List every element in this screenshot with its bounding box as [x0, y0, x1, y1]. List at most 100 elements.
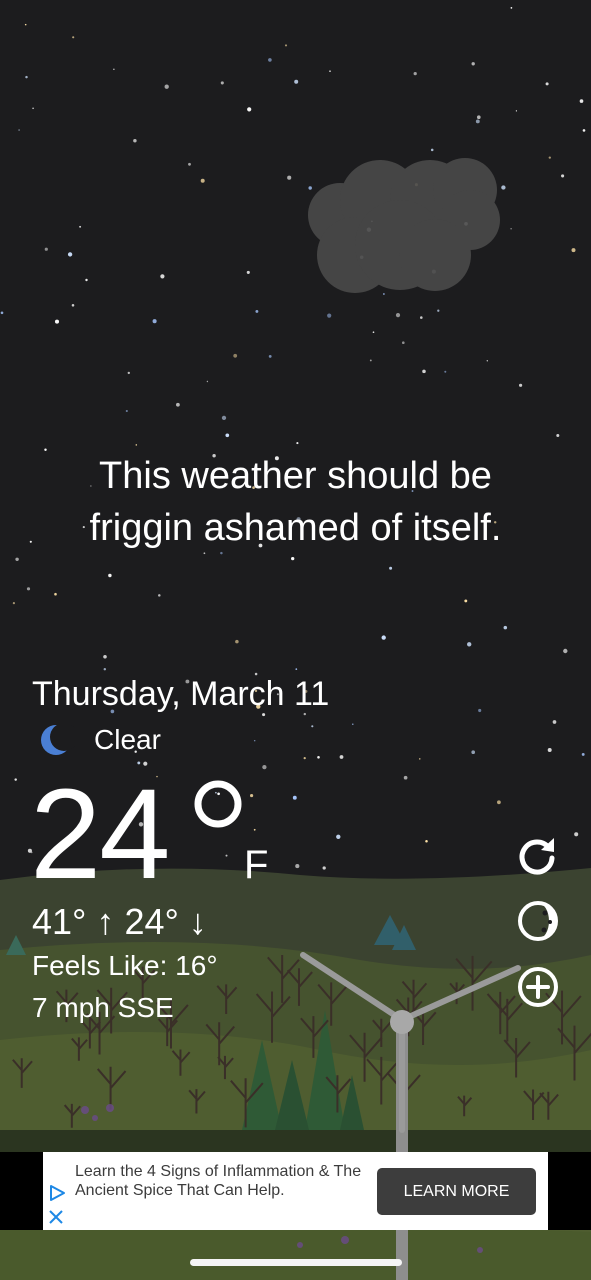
star — [419, 758, 421, 760]
tagline-line-2: friggin ashamed of itself. — [89, 507, 502, 549]
star — [135, 444, 138, 446]
star — [67, 252, 73, 257]
star — [220, 81, 224, 85]
star — [294, 79, 299, 84]
star — [317, 756, 320, 759]
star — [369, 359, 372, 362]
star — [556, 434, 560, 437]
star — [103, 667, 107, 671]
star — [255, 309, 259, 313]
star — [160, 274, 165, 279]
star — [12, 602, 15, 605]
star — [71, 304, 75, 307]
star — [18, 129, 20, 131]
star — [296, 442, 299, 445]
star — [579, 99, 584, 103]
star — [14, 778, 17, 781]
star — [125, 409, 128, 413]
wind-speed: 7 mph SSE — [32, 992, 174, 1023]
refresh-icon — [519, 838, 555, 875]
star — [547, 748, 552, 752]
feels-like: Feels Like: 16° — [32, 950, 218, 981]
star — [383, 293, 385, 295]
star — [32, 107, 34, 110]
star — [303, 756, 306, 760]
star — [372, 331, 375, 334]
moon-phase-button[interactable] — [515, 898, 561, 944]
add-location-button[interactable] — [515, 964, 561, 1010]
crescent-moon-icon — [41, 723, 76, 755]
refresh-button[interactable] — [515, 832, 561, 878]
star — [413, 71, 417, 76]
star — [158, 594, 161, 597]
degree-symbol — [194, 780, 242, 828]
forecast-date: Thursday, March 11 — [32, 675, 330, 713]
star — [15, 557, 19, 562]
star — [497, 800, 501, 805]
scene-background — [0, 0, 591, 1280]
star — [103, 655, 107, 659]
star — [206, 380, 209, 383]
star — [475, 119, 480, 124]
ad-banner[interactable]: Learn the 4 Signs of Inflammation & The … — [43, 1152, 548, 1230]
temperature-unit: F — [244, 843, 269, 887]
star — [253, 739, 256, 742]
star — [322, 866, 326, 870]
star — [225, 854, 228, 857]
star — [381, 635, 386, 640]
star — [327, 313, 332, 318]
star — [253, 828, 256, 831]
star — [152, 319, 157, 324]
star — [486, 360, 488, 362]
add-location-icon — [518, 967, 558, 1007]
star — [422, 369, 426, 374]
star — [389, 566, 393, 570]
star — [471, 750, 476, 755]
star — [501, 185, 506, 190]
star — [420, 316, 423, 319]
adchoices-icon[interactable] — [48, 1184, 66, 1202]
ad-text: Learn the 4 Signs of Inflammation & The … — [75, 1163, 362, 1199]
star — [552, 720, 557, 724]
star — [176, 402, 180, 407]
star — [72, 36, 75, 39]
star — [503, 625, 508, 630]
learn-more-button[interactable]: LEARN MORE — [377, 1168, 536, 1215]
star — [395, 313, 401, 318]
star — [545, 82, 549, 86]
star — [574, 832, 579, 837]
star — [295, 864, 300, 869]
star — [113, 68, 115, 70]
current-temperature: 24 — [30, 763, 170, 906]
star — [478, 708, 482, 713]
star — [476, 115, 481, 120]
star — [54, 319, 60, 324]
star — [246, 270, 250, 274]
star — [225, 433, 230, 438]
star — [54, 592, 57, 596]
star — [108, 573, 112, 578]
star — [250, 794, 254, 798]
star — [44, 247, 48, 251]
star — [308, 186, 312, 190]
star — [519, 383, 523, 387]
high-low-temperature: 41° ↑ 24° ↓ — [32, 901, 207, 942]
star — [235, 639, 239, 644]
star — [571, 248, 576, 253]
star — [581, 752, 585, 756]
ad-close-icon[interactable] — [48, 1209, 64, 1225]
weather-screen: This weather should be friggin ashamed o… — [0, 0, 591, 1280]
star — [292, 795, 297, 800]
star — [26, 587, 31, 591]
home-indicator[interactable] — [190, 1259, 402, 1266]
star — [188, 162, 191, 166]
star — [268, 58, 272, 62]
condition-label: Clear — [94, 724, 161, 755]
star — [510, 7, 513, 9]
star — [329, 70, 331, 72]
star — [268, 355, 272, 358]
star — [561, 174, 565, 178]
star — [548, 156, 551, 159]
star — [471, 62, 475, 66]
star — [133, 138, 137, 143]
